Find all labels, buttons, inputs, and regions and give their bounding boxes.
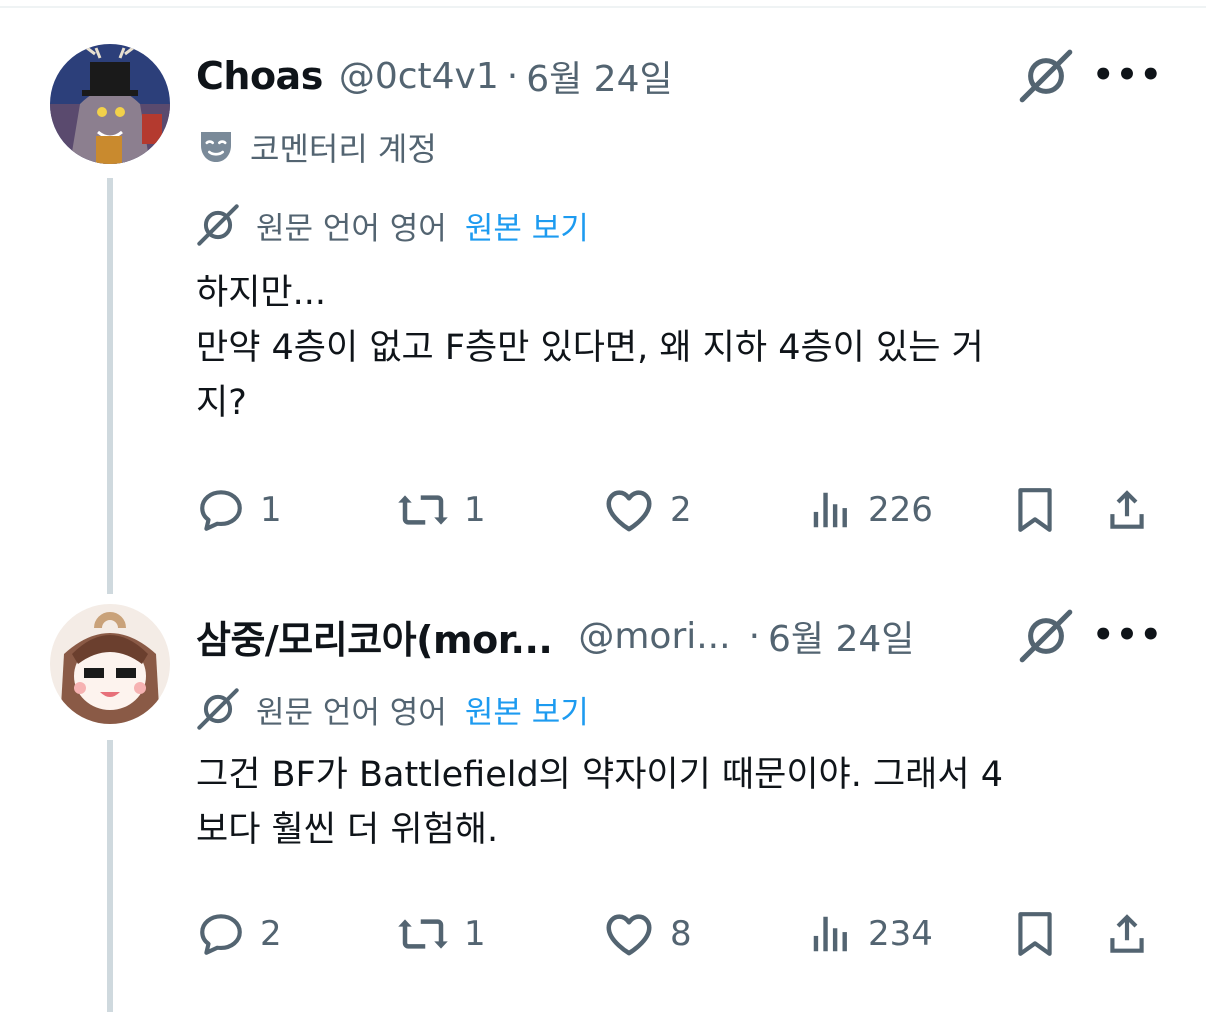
views-button[interactable]: 226 — [808, 480, 933, 540]
views-button[interactable]: 234 — [808, 904, 933, 964]
avatar[interactable] — [50, 604, 170, 724]
handle[interactable]: @0ct4v1 — [339, 56, 499, 97]
tweet-text-line: 지? — [196, 383, 247, 423]
reply-count: 2 — [260, 914, 282, 954]
heart-icon — [602, 483, 656, 537]
translation-notice: 원문 언어 영어 원본 보기 — [196, 202, 589, 248]
bookmark-button[interactable] — [1010, 480, 1060, 540]
bookmark-icon — [1010, 909, 1060, 959]
repost-count: 1 — [464, 490, 486, 530]
view-count: 234 — [868, 914, 933, 954]
like-button[interactable]: 2 — [602, 480, 692, 540]
tweet-date[interactable]: 6월 24일 — [768, 610, 914, 662]
avatar[interactable] — [50, 44, 170, 164]
tweet-text: 하지만... 만약 4층이 없고 F층만 있다면, 왜 지하 4층이 있는 거 … — [196, 266, 1156, 431]
reply-icon — [196, 909, 246, 959]
grok-button[interactable] — [1016, 46, 1076, 106]
heart-icon — [602, 907, 656, 961]
theater-mask-icon — [196, 127, 236, 167]
tweet-text: 그건 BF가 Battlefield의 약자이기 때문이야. 그래서 4 보다 … — [196, 748, 1156, 858]
action-bar: 1 1 2 226 — [196, 480, 1156, 540]
thread-connector — [107, 740, 113, 1012]
handle[interactable]: @mori... — [578, 616, 730, 657]
like-button[interactable]: 8 — [602, 904, 692, 964]
more-icon: ••• — [1092, 615, 1164, 655]
grok-translate-icon — [196, 203, 240, 247]
repost-button[interactable]: 1 — [396, 480, 486, 540]
display-name[interactable]: Choas — [196, 54, 323, 98]
translation-source: 원문 언어 영어 — [256, 210, 447, 247]
bookmark-icon — [1010, 485, 1060, 535]
like-count: 8 — [670, 914, 692, 954]
tweet-header: Choas @0ct4v1 · 6월 24일 — [196, 50, 673, 102]
tweet-header: 삼중/모리코아(mor... @mori... · 6월 24일 — [196, 610, 914, 662]
grok-icon — [1018, 608, 1074, 664]
grok-icon — [1018, 48, 1074, 104]
account-label-text: 코멘터리 계정 — [250, 130, 437, 168]
separator-dot: · — [748, 615, 761, 657]
tweet-date[interactable]: 6월 24일 — [526, 50, 672, 102]
translation-notice: 원문 언어 영어 원본 보기 — [196, 686, 589, 732]
share-icon — [1102, 909, 1152, 959]
more-options-button[interactable]: ••• — [1092, 50, 1161, 100]
share-icon — [1102, 485, 1152, 535]
share-button[interactable] — [1102, 480, 1152, 540]
views-icon — [808, 911, 854, 957]
grok-button[interactable] — [1016, 606, 1076, 666]
tweet-text-line: 보다 훨씬 더 위험해. — [196, 810, 499, 850]
reply-icon — [196, 485, 246, 535]
account-label: 코멘터리 계정 — [196, 124, 437, 170]
separator-dot: · — [506, 55, 519, 97]
repost-count: 1 — [464, 914, 486, 954]
more-options-button[interactable]: ••• — [1092, 610, 1161, 660]
thread-connector — [107, 178, 113, 594]
tweet-text-line: 만약 4층이 없고 F층만 있다면, 왜 지하 4층이 있는 거 — [196, 328, 984, 368]
top-divider — [0, 6, 1206, 8]
like-count: 2 — [670, 490, 692, 530]
tweet-text-line: 하지만... — [196, 273, 326, 313]
tweet-text-line: 그건 BF가 Battlefield의 약자이기 때문이야. 그래서 4 — [196, 755, 1003, 795]
action-bar: 2 1 8 234 — [196, 904, 1156, 964]
view-count: 226 — [868, 490, 933, 530]
repost-icon — [396, 907, 450, 961]
bookmark-button[interactable] — [1010, 904, 1060, 964]
more-icon: ••• — [1092, 55, 1164, 95]
reply-count: 1 — [260, 490, 282, 530]
reply-button[interactable]: 2 — [196, 904, 282, 964]
translation-source: 원문 언어 영어 — [256, 694, 447, 731]
display-name[interactable]: 삼중/모리코아(mor... — [196, 609, 553, 664]
repost-icon — [396, 483, 450, 537]
repost-button[interactable]: 1 — [396, 904, 486, 964]
views-icon — [808, 487, 854, 533]
grok-translate-icon — [196, 687, 240, 731]
share-button[interactable] — [1102, 904, 1152, 964]
reply-button[interactable]: 1 — [196, 480, 282, 540]
view-original-link[interactable]: 원본 보기 — [465, 687, 589, 732]
view-original-link[interactable]: 원본 보기 — [465, 203, 589, 248]
